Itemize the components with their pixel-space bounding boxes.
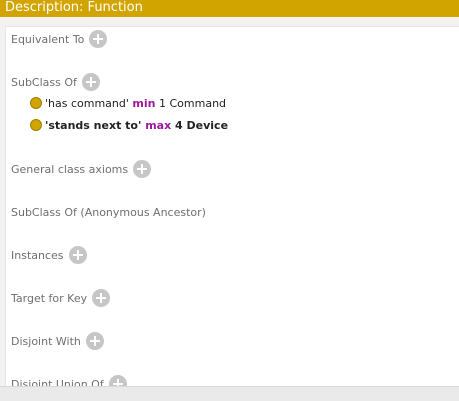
axiom-cardinality: 4 <box>175 118 183 132</box>
section-label: General class axioms <box>11 162 129 176</box>
axiom-filler: Command <box>169 96 227 110</box>
axiom-cardinality: 1 <box>158 96 166 110</box>
section-label: Target for Key <box>11 291 88 305</box>
section-label: Equivalent To <box>11 32 85 46</box>
class-description-panel: Equivalent To SubClass Of 'has command' … <box>5 26 459 387</box>
class-dot-icon <box>30 97 42 109</box>
add-subclass-of-icon[interactable] <box>81 73 100 91</box>
axiom-property: 'has command' <box>45 96 129 110</box>
axiom-restriction-keyword: max <box>145 118 172 132</box>
add-instance-icon[interactable] <box>68 246 87 264</box>
class-dot-icon <box>30 119 42 131</box>
add-equivalent-to-icon[interactable] <box>89 30 108 48</box>
add-general-class-axiom-icon[interactable] <box>133 160 152 178</box>
axiom-row[interactable]: 'has command' min 1 Command <box>30 94 226 112</box>
section-disjoint-union-of: Disjoint Union Of <box>11 373 127 387</box>
section-disjoint-with: Disjoint With <box>11 330 104 352</box>
axiom-restriction-keyword: min <box>132 96 156 110</box>
section-subclass-of: SubClass Of <box>11 71 100 93</box>
add-disjoint-with-icon[interactable] <box>85 332 104 350</box>
section-label: Instances <box>11 248 64 262</box>
axiom-filler: Device <box>186 118 229 132</box>
axiom-row-selected[interactable]: 'stands next to' max 4 Device <box>30 116 228 134</box>
axiom-property: 'stands next to' <box>45 118 142 132</box>
section-instances: Instances <box>11 244 87 266</box>
section-subclass-of-anonymous-ancestor: SubClass Of (Anonymous Ancestor) <box>11 201 206 223</box>
section-equivalent-to: Equivalent To <box>11 28 108 50</box>
horizontal-scrollbar[interactable] <box>0 386 459 401</box>
section-general-class-axioms: General class axioms <box>11 158 152 180</box>
add-target-for-key-icon[interactable] <box>92 289 111 307</box>
view-title: Description: Function <box>0 0 459 17</box>
section-label: Disjoint With <box>11 334 81 348</box>
section-target-for-key: Target for Key <box>11 287 111 309</box>
section-label: SubClass Of (Anonymous Ancestor) <box>11 205 206 219</box>
section-label: SubClass Of <box>11 75 77 89</box>
